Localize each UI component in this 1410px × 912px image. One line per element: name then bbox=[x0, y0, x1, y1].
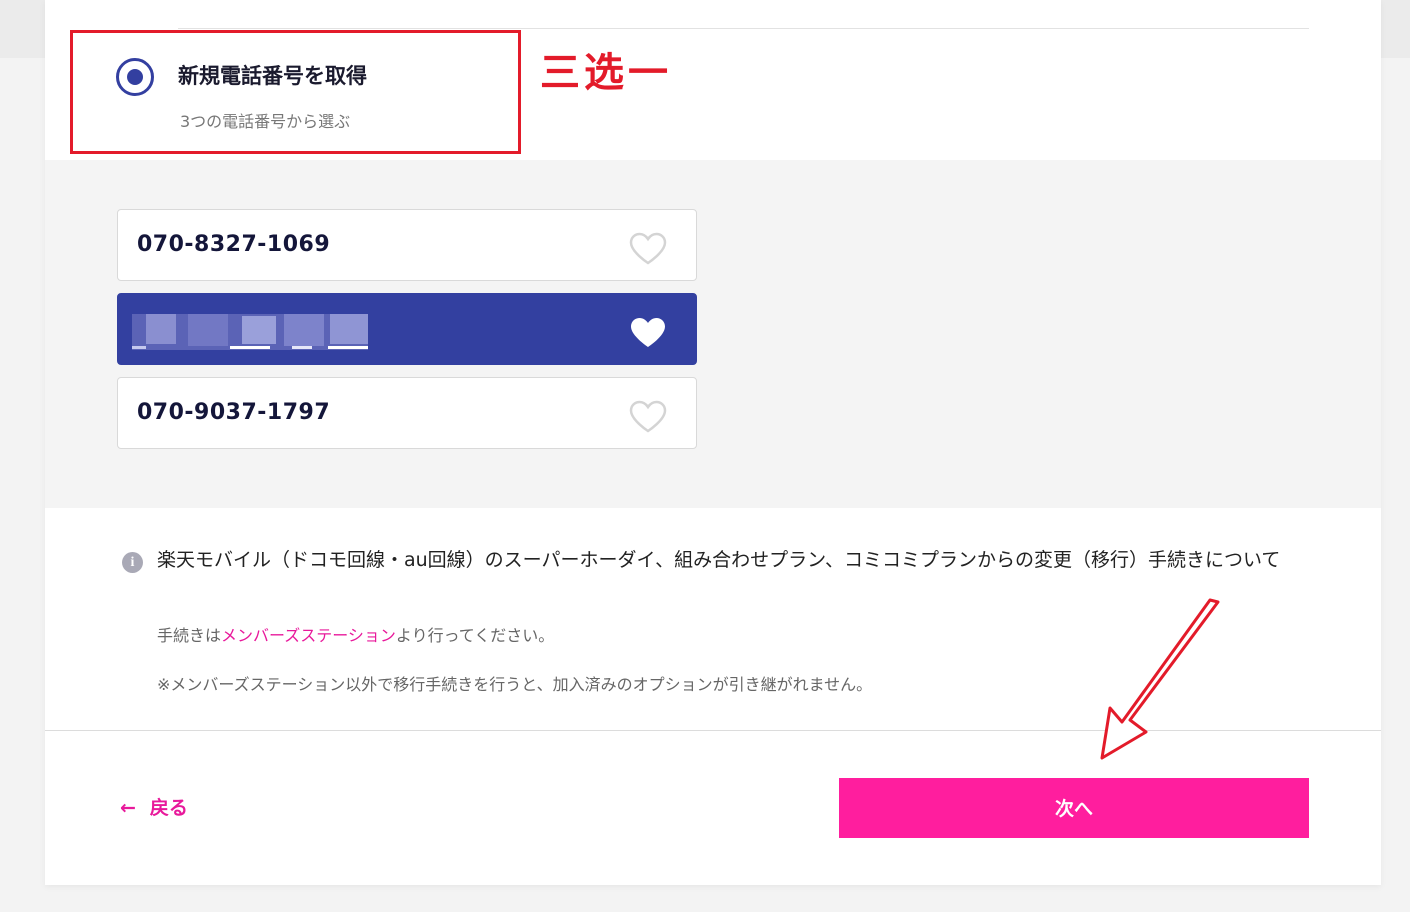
info-title: 楽天モバイル（ドコモ回線・au回線）のスーパーホーダイ、組み合わせプラン、コミコ… bbox=[157, 549, 1281, 571]
phone-number-option-1[interactable]: 070-8327-1069 bbox=[117, 209, 697, 281]
info-icon: i bbox=[122, 552, 143, 573]
favorite-heart-icon[interactable] bbox=[628, 232, 668, 266]
phone-number-option-2-selected[interactable] bbox=[117, 293, 697, 365]
info-note-procedure: 手続きはメンバーズステーションより行ってください。 bbox=[157, 622, 554, 646]
top-divider bbox=[178, 28, 1309, 29]
blurred-phone-number bbox=[132, 314, 368, 350]
footer-divider bbox=[45, 730, 1381, 731]
phone-number-text: 070-9037-1797 bbox=[137, 400, 331, 425]
annotation-text: 三选一 bbox=[540, 50, 672, 96]
info-note-suffix: より行ってください。 bbox=[395, 626, 555, 645]
info-note-warning: ※メンバーズステーション以外で移行手続きを行うと、加入済みのオプションが引き継が… bbox=[157, 675, 873, 694]
next-button[interactable]: 次へ bbox=[839, 778, 1309, 838]
favorite-heart-filled-icon[interactable] bbox=[628, 316, 668, 350]
annotation-highlight-box bbox=[70, 30, 521, 154]
favorite-heart-icon[interactable] bbox=[628, 400, 668, 434]
info-note-prefix: 手続きは bbox=[157, 626, 222, 645]
members-station-link[interactable]: メンバーズステーション bbox=[221, 626, 396, 645]
back-label: 戻る bbox=[149, 797, 188, 819]
phone-number-text: 070-8327-1069 bbox=[137, 232, 331, 257]
phone-number-option-3[interactable]: 070-9037-1797 bbox=[117, 377, 697, 449]
arrow-left-icon: ← bbox=[120, 797, 136, 819]
back-link[interactable]: ← 戻る bbox=[120, 793, 188, 820]
